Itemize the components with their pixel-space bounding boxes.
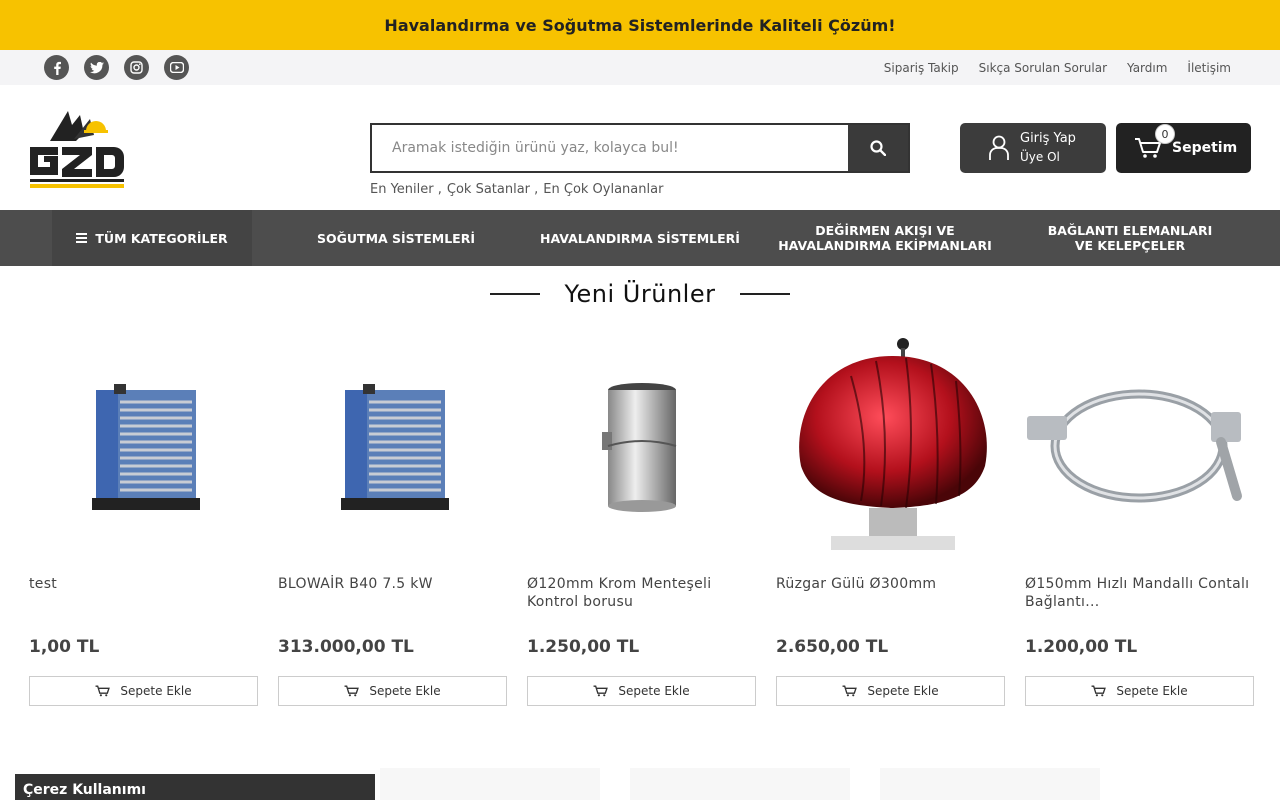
product-price: 313.000,00 TL: [278, 637, 414, 657]
product-image[interactable]: [776, 335, 1005, 557]
add-to-cart-button[interactable]: Sepete Ekle: [278, 676, 507, 706]
nav-item-cooling[interactable]: SOĞUTMA SİSTEMLERİ: [252, 210, 540, 266]
top-bar: Sipariş Takip Sıkça Sorulan Sorular Yard…: [0, 50, 1280, 85]
add-to-cart-button[interactable]: Sepete Ekle: [1025, 676, 1254, 706]
cart-icon: [593, 685, 609, 697]
add-to-cart-label: Sepete Ekle: [618, 684, 690, 698]
product-price: 1.200,00 TL: [1025, 637, 1138, 657]
nav-item-ventilation[interactable]: HAVALANDIRMA SİSTEMLERİ: [540, 210, 740, 266]
cart-label: Sepetim: [1172, 140, 1238, 156]
facebook-icon[interactable]: [44, 55, 69, 80]
cart-count-badge: 0: [1155, 124, 1175, 144]
search-button[interactable]: [848, 125, 908, 171]
main-nav: TÜM KATEGORİLER SOĞUTMA SİSTEMLERİ HAVAL…: [0, 210, 1280, 266]
product-card: Ø120mm Krom Menteşeli Kontrol borusu 1.2…: [527, 335, 756, 706]
social-links: [44, 55, 189, 80]
product-list: test 1,00 TL Sepete Ekle BLOWAİR B40 7.5…: [29, 335, 1254, 706]
faq-link[interactable]: Sıkça Sorulan Sorular: [979, 61, 1107, 75]
product-card: Rüzgar Gülü Ø300mm 2.650,00 TL Sepete Ek…: [776, 335, 1005, 706]
product-image[interactable]: [278, 335, 507, 557]
order-tracking-link[interactable]: Sipariş Takip: [884, 61, 959, 75]
twitter-icon[interactable]: [84, 55, 109, 80]
add-to-cart-button[interactable]: Sepete Ekle: [776, 676, 1005, 706]
announcement-bar: Havalandırma ve Soğutma Sistemlerinde Ka…: [0, 0, 1280, 50]
product-name[interactable]: BLOWAİR B40 7.5 kW: [278, 575, 507, 623]
quick-link-newest[interactable]: En Yeniler ,: [370, 182, 442, 197]
login-button[interactable]: Giriş Yap Üye Ol: [960, 123, 1106, 173]
register-label: Üye Ol: [1020, 150, 1060, 164]
add-to-cart-button[interactable]: Sepete Ekle: [29, 676, 258, 706]
add-to-cart-label: Sepete Ekle: [867, 684, 939, 698]
search-icon: [870, 140, 886, 156]
product-price: 2.650,00 TL: [776, 637, 889, 657]
product-card: BLOWAİR B40 7.5 kW 313.000,00 TL Sepete …: [278, 335, 507, 706]
contact-link[interactable]: İletişim: [1187, 61, 1231, 75]
nav-item-connectors[interactable]: BAĞLANTI ELEMANLARI VE KELEPÇELER: [1030, 210, 1230, 266]
logo[interactable]: [28, 105, 126, 189]
product-price: 1,00 TL: [29, 637, 100, 657]
product-price: 1.250,00 TL: [527, 637, 640, 657]
user-icon: [989, 135, 1009, 160]
product-image-placeholder: [880, 768, 1100, 800]
product-image[interactable]: [527, 335, 756, 557]
section-heading: Yeni Ürünler: [564, 280, 716, 308]
cart-icon: [95, 685, 111, 697]
quick-link-bestsellers[interactable]: Çok Satanlar ,: [447, 182, 538, 197]
product-name[interactable]: test: [29, 575, 258, 623]
all-categories-label: TÜM KATEGORİLER: [95, 230, 228, 246]
product-name[interactable]: Ø150mm Hızlı Mandallı Contalı Bağlantı..…: [1025, 575, 1254, 623]
product-image[interactable]: [29, 335, 258, 557]
quick-link-top-rated[interactable]: En Çok Oylananlar: [543, 182, 663, 197]
search-box: [370, 123, 910, 173]
product-card: test 1,00 TL Sepete Ekle: [29, 335, 258, 706]
login-label: Giriş Yap: [1020, 131, 1076, 146]
nav-item-mill-equipment[interactable]: DEĞİRMEN AKIŞI VE HAVALANDIRMA EKİPMANLA…: [740, 210, 1030, 266]
title-divider-left: [489, 293, 540, 295]
product-name[interactable]: Rüzgar Gülü Ø300mm: [776, 575, 1005, 623]
product-card: Ø150mm Hızlı Mandallı Contalı Bağlantı..…: [1025, 335, 1254, 706]
all-categories-button[interactable]: TÜM KATEGORİLER: [52, 210, 252, 266]
cookie-title: Çerez Kullanımı: [23, 782, 146, 798]
add-to-cart-label: Sepete Ekle: [120, 684, 192, 698]
add-to-cart-button[interactable]: Sepete Ekle: [527, 676, 756, 706]
cart-icon: [1091, 685, 1107, 697]
section-title: Yeni Ürünler: [0, 280, 1280, 308]
title-divider-right: [740, 293, 791, 295]
add-to-cart-label: Sepete Ekle: [369, 684, 441, 698]
quick-links: En Yeniler , Çok Satanlar , En Çok Oylan…: [370, 182, 663, 197]
menu-icon: [76, 233, 88, 243]
product-name[interactable]: Ø120mm Krom Menteşeli Kontrol borusu: [527, 575, 756, 623]
product-image-placeholder: [380, 768, 600, 800]
product-image-placeholder: [630, 768, 850, 800]
help-link[interactable]: Yardım: [1127, 61, 1167, 75]
cart-icon: [842, 685, 858, 697]
announcement-text: Havalandırma ve Soğutma Sistemlerinde Ka…: [384, 15, 896, 35]
cookie-banner: Çerez Kullanımı: [15, 774, 375, 800]
next-products-row: [380, 768, 1100, 800]
cart-button[interactable]: 0 Sepetim: [1116, 123, 1251, 173]
add-to-cart-label: Sepete Ekle: [1116, 684, 1188, 698]
top-links: Sipariş Takip Sıkça Sorulan Sorular Yard…: [884, 61, 1231, 75]
instagram-icon[interactable]: [124, 55, 149, 80]
cart-icon: [344, 685, 360, 697]
search-input[interactable]: [372, 125, 848, 171]
product-image[interactable]: [1025, 335, 1254, 557]
header: En Yeniler , Çok Satanlar , En Çok Oylan…: [0, 85, 1280, 210]
login-text: Giriş Yap Üye Ol: [1020, 129, 1076, 167]
youtube-icon[interactable]: [164, 55, 189, 80]
